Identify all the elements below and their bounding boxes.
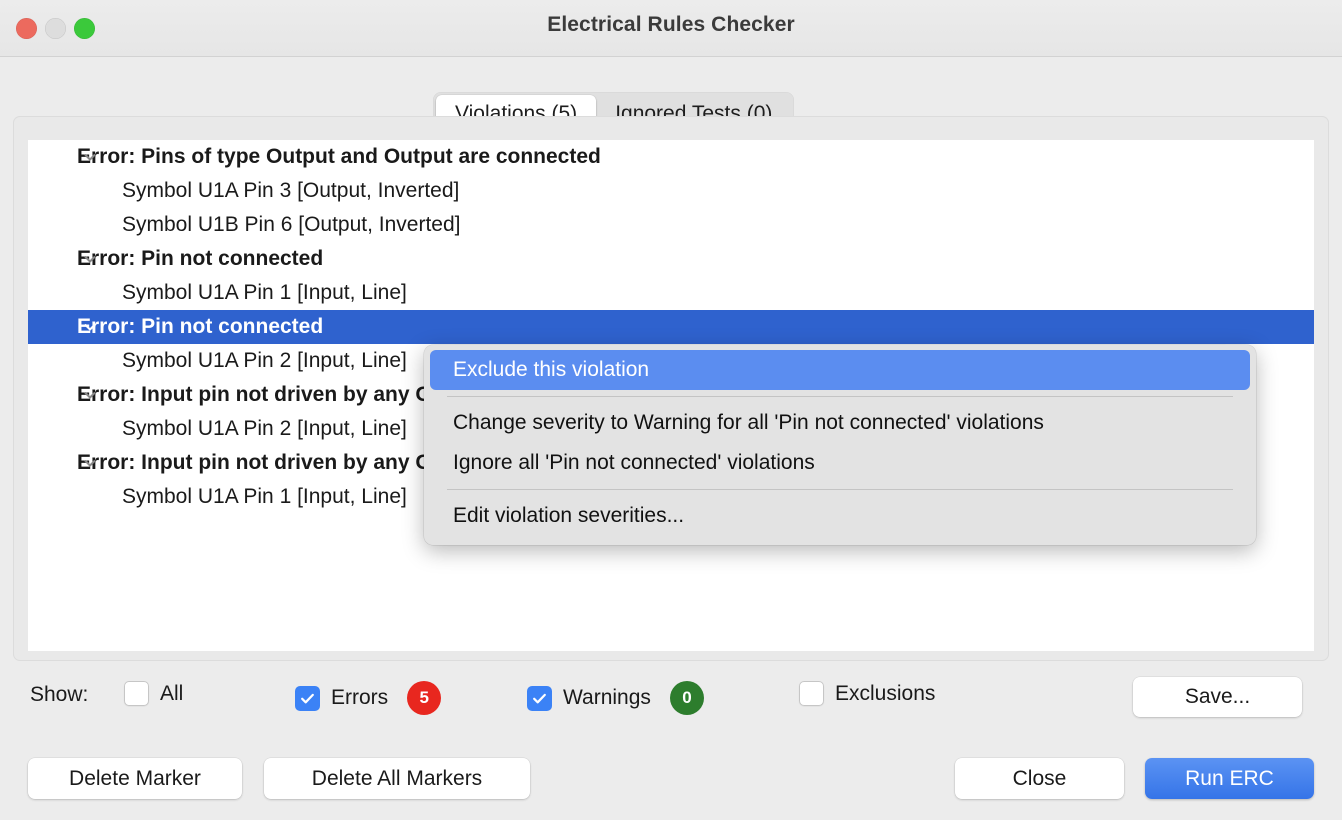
show-label: Show: [30, 683, 89, 706]
exclusions-checkbox[interactable] [799, 681, 824, 706]
violation-item-row[interactable]: Symbol U1B Pin 6 [Output, Inverted] [28, 208, 1314, 242]
chevron-down-icon[interactable] [80, 242, 100, 276]
exclusions-label: Exclusions [835, 681, 936, 705]
violation-label: Symbol U1A Pin 3 [Output, Inverted] [122, 179, 460, 202]
menu-separator [447, 396, 1233, 397]
violation-group-row[interactable]: Error: Pin not connected [28, 242, 1314, 276]
menu-separator [447, 489, 1233, 490]
menu-item-edit-severities[interactable]: Edit violation severities... [430, 496, 1250, 536]
window-title: Electrical Rules Checker [547, 13, 795, 36]
close-button[interactable]: Close [955, 758, 1124, 799]
footer-bar: Delete Marker Delete All Markers Close R… [0, 755, 1342, 820]
warnings-count-badge: 0 [669, 681, 704, 715]
menu-item-change-severity[interactable]: Change severity to Warning for all 'Pin … [430, 403, 1250, 443]
violation-group-row[interactable]: Error: Pins of type Output and Output ar… [28, 140, 1314, 174]
violation-label: Error: Pins of type Output and Output ar… [77, 145, 601, 168]
chevron-down-icon[interactable] [80, 140, 100, 174]
filter-all[interactable]: All [124, 681, 183, 706]
errors-checkbox[interactable] [295, 685, 320, 711]
filter-exclusions[interactable]: Exclusions [799, 681, 935, 706]
filter-bar: Show: All Errors 5 Warnings 0 Exclusions… [0, 672, 1342, 722]
filter-warnings[interactable]: Warnings 0 [527, 681, 704, 715]
erc-dialog-window: Electrical Rules Checker Violations (5) … [0, 0, 1342, 820]
violation-label: Error: Pin not connected [77, 315, 324, 338]
violation-label: Error: Pin not connected [77, 247, 324, 270]
chevron-down-icon[interactable] [80, 446, 100, 480]
run-erc-button[interactable]: Run ERC [1145, 758, 1314, 799]
violation-label: Symbol U1A Pin 2 [Input, Line] [122, 349, 407, 372]
violation-label: Symbol U1A Pin 1 [Input, Line] [122, 281, 407, 304]
violation-label: Symbol U1A Pin 2 [Input, Line] [122, 417, 407, 440]
delete-marker-button[interactable]: Delete Marker [28, 758, 242, 799]
chevron-down-icon[interactable] [80, 378, 100, 412]
warnings-checkbox[interactable] [527, 685, 552, 711]
menu-item-exclude-violation[interactable]: Exclude this violation [430, 350, 1250, 390]
menu-item-ignore-all[interactable]: Ignore all 'Pin not connected' violation… [430, 443, 1250, 483]
violation-group-row-selected[interactable]: Error: Pin not connected [28, 310, 1314, 344]
violation-item-row[interactable]: Symbol U1A Pin 1 [Input, Line] [28, 276, 1314, 310]
errors-label: Errors [331, 686, 389, 709]
errors-count-badge: 5 [407, 681, 442, 715]
context-menu: Exclude this violation Change severity t… [424, 345, 1256, 545]
chevron-down-icon[interactable] [80, 310, 100, 344]
delete-all-markers-button[interactable]: Delete All Markers [264, 758, 530, 799]
warnings-label: Warnings [563, 686, 651, 709]
all-checkbox[interactable] [124, 681, 149, 706]
title-bar: Electrical Rules Checker [0, 0, 1342, 57]
violation-label: Symbol U1A Pin 1 [Input, Line] [122, 485, 407, 508]
violation-item-row[interactable]: Symbol U1A Pin 3 [Output, Inverted] [28, 174, 1314, 208]
filter-errors[interactable]: Errors 5 [295, 681, 442, 715]
all-label: All [160, 681, 184, 705]
save-button[interactable]: Save... [1133, 677, 1302, 717]
violation-label: Symbol U1B Pin 6 [Output, Inverted] [122, 213, 461, 236]
